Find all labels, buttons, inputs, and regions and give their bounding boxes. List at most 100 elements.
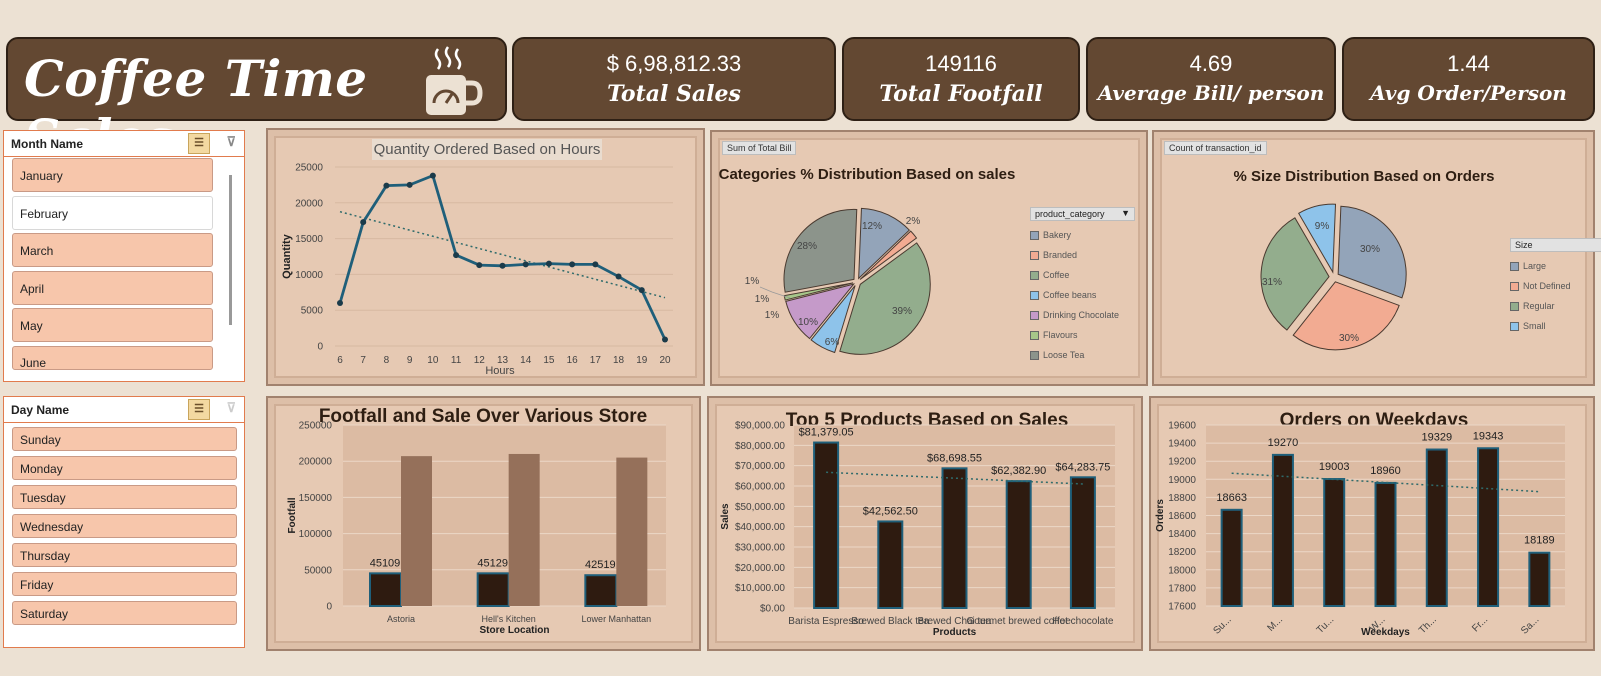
slice-label: 10% (798, 317, 818, 328)
size-legend: Size▼ Large Not Defined Regular Small (1510, 238, 1601, 336)
day-item-friday[interactable]: Friday (12, 572, 237, 596)
y-tick-label: 10000 (295, 270, 323, 281)
slicer-scrollbar[interactable] (229, 175, 232, 325)
y-tick-label: 18200 (1168, 547, 1196, 558)
kpi-label: Avg Order/Person (1370, 81, 1567, 105)
kpi-average-bill: 4.69 Average Bill/ person (1086, 37, 1336, 121)
day-item-thursday[interactable]: Thursday (12, 543, 237, 567)
day-item-tuesday[interactable]: Tuesday (12, 485, 237, 509)
sales-bar (508, 453, 540, 606)
x-tick-label: 14 (520, 355, 532, 366)
month-item-june[interactable]: June (12, 345, 213, 370)
footfall-bar (369, 572, 402, 607)
x-tick-label: Lower Manhattan (582, 614, 652, 624)
y-tick-label: 50000 (304, 565, 332, 576)
x-tick-label: Th... (1417, 614, 1439, 636)
legend-label: Small (1523, 321, 1546, 331)
multi-select-icon[interactable]: ☰ (188, 399, 210, 420)
kpi-value: 149116 (925, 51, 997, 76)
y-tick-label: 25000 (295, 163, 323, 174)
legend-item: Drinking Chocolate (1030, 305, 1135, 325)
y-tick-label: 18400 (1168, 529, 1196, 540)
day-item-monday[interactable]: Monday (12, 456, 237, 480)
x-tick-label: 19 (636, 355, 648, 366)
day-item-sunday[interactable]: Sunday (12, 427, 237, 451)
slice-label: 2% (906, 216, 921, 227)
month-item-march[interactable]: March (12, 233, 213, 267)
legend-item: Flavours (1030, 325, 1135, 345)
x-tick-label: 18 (613, 355, 625, 366)
y-axis-title: Footfall (287, 497, 298, 533)
y-tick-label: 19600 (1168, 421, 1196, 432)
data-point (638, 287, 645, 294)
legend-item: Coffee beans (1030, 285, 1135, 305)
x-tick-label: M... (1265, 614, 1285, 634)
y-tick-label: $80,000.00 (735, 441, 785, 452)
x-tick-label: 15 (543, 355, 555, 366)
y-axis-title: Orders (1155, 499, 1166, 532)
legend-swatch (1030, 350, 1039, 360)
quantity-line (338, 173, 667, 341)
slice-label: 31% (1262, 277, 1282, 288)
x-tick-label: 6 (337, 355, 343, 366)
data-point (499, 262, 506, 269)
month-item-february[interactable]: February (12, 195, 213, 230)
x-tick-label: Su... (1211, 614, 1233, 636)
slice-label: 1% (755, 294, 770, 305)
x-tick-label: 9 (407, 355, 413, 366)
y-tick-label: $90,000.00 (735, 421, 785, 432)
product-bar (877, 520, 904, 609)
day-slicer-header: Day Name ☰ ⊽ (4, 397, 244, 423)
x-tick-label: Sa... (1519, 614, 1541, 636)
legend-swatch (1030, 250, 1039, 260)
legend-label: Flavours (1043, 330, 1078, 340)
y-tick-label: 0 (326, 602, 332, 613)
kpi-avg-order: 1.44 Avg Order/Person (1342, 37, 1595, 121)
y-tick-label: $30,000.00 (735, 543, 785, 554)
legend-item: Not Defined (1510, 276, 1601, 296)
data-point (545, 260, 552, 267)
y-tick-label: 19000 (1168, 475, 1196, 486)
clear-filter-icon[interactable]: ⊽ (226, 134, 236, 150)
legend-swatch (1030, 290, 1039, 300)
data-label: 19343 (1473, 430, 1504, 442)
top-products-bar-chart: $0.00 $10,000.00 $20,000.00 $30,000.00 $40,0… (720, 421, 1115, 638)
day-item-saturday[interactable]: Saturday (12, 601, 237, 625)
legend-item: Regular (1510, 296, 1601, 316)
pie-slice (783, 208, 858, 293)
y-axis-title: Quantity (281, 233, 293, 278)
data-label: $68,698.55 (927, 452, 982, 464)
y-tick-label: $0.00 (760, 604, 785, 615)
slice-label: 30% (1360, 244, 1380, 255)
x-tick-label: 12 (474, 355, 486, 366)
x-tick-label: 10 (427, 355, 439, 366)
slice-label: 28% (797, 241, 817, 252)
legend-label: Regular (1523, 301, 1555, 311)
legend-filter-button[interactable]: product_category ▼ (1030, 207, 1135, 221)
legend-item: Large (1510, 256, 1601, 276)
day-slicer-title: Day Name (11, 403, 70, 417)
slice-label: 39% (892, 306, 912, 317)
day-item-wednesday[interactable]: Wednesday (12, 514, 237, 538)
data-point (522, 261, 529, 268)
data-point (476, 262, 483, 269)
month-item-may[interactable]: May (12, 308, 213, 342)
month-item-january[interactable]: January (12, 158, 213, 192)
y-tick-label: 19400 (1168, 439, 1196, 450)
store-location-bar-chart: 0 50000 100000 150000 200000 250000 45109 Astor… (287, 421, 666, 636)
weekday-bar (1374, 481, 1397, 607)
kpi-value: $ 6,98,812.33 (606, 51, 742, 76)
top-products-chart-panel: Top 5 Products Based on Sales $0.00 $10,0… (707, 396, 1143, 651)
y-tick-label: 150000 (299, 493, 333, 504)
slice-label: 6% (825, 337, 840, 348)
multi-select-icon[interactable]: ☰ (188, 133, 210, 154)
weekday-bar (1528, 551, 1551, 607)
x-tick-label: 8 (384, 355, 390, 366)
y-tick-label: $20,000.00 (735, 563, 785, 574)
legend-item: Loose Tea (1030, 345, 1135, 365)
legend-item: Bakery (1030, 225, 1135, 245)
legend-filter-button[interactable]: Size▼ (1510, 238, 1601, 252)
clear-filter-icon[interactable]: ⊽ (226, 400, 236, 416)
weekday-orders-bar-chart: 17600 17800 18000 18200 18400 18600 18800 19000… (1155, 421, 1565, 638)
month-item-april[interactable]: April (12, 270, 213, 305)
